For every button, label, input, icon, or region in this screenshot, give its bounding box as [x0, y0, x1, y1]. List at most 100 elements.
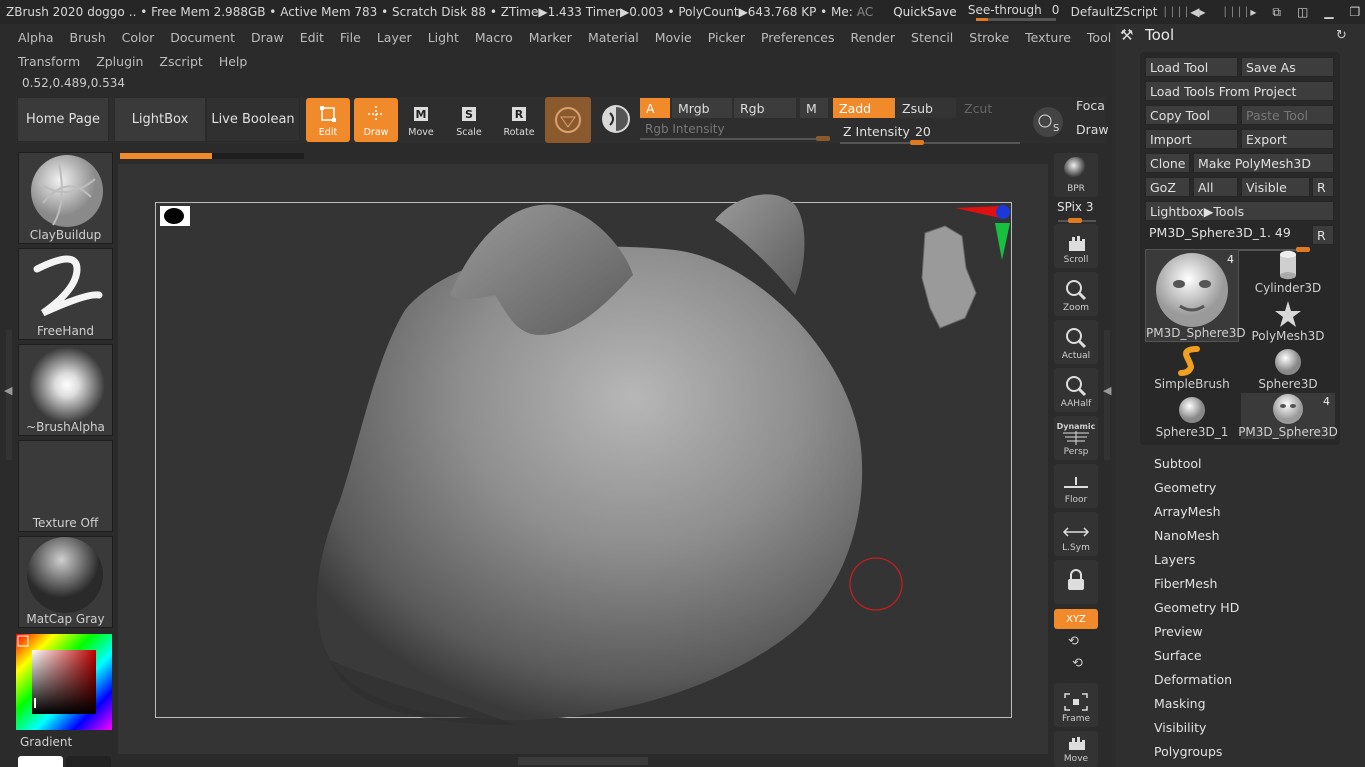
menu-stroke[interactable]: Stroke — [961, 30, 1017, 45]
maximize-icon[interactable]: ❐ — [1350, 5, 1361, 19]
subpalette-masking[interactable]: Masking — [1154, 696, 1206, 711]
rotate-z-icon[interactable]: ⟲ — [1072, 656, 1083, 671]
move-view-button[interactable]: Move — [1054, 731, 1098, 767]
bottom-tray-handle[interactable] — [518, 757, 648, 765]
rotate-y-icon[interactable]: ⟲ — [1068, 634, 1079, 649]
subpalette-nanomesh[interactable]: NanoMesh — [1154, 528, 1220, 543]
menu-preferences[interactable]: Preferences — [753, 30, 843, 45]
left-tray-arrow-icon[interactable]: ◀ — [4, 384, 12, 397]
secondary-color-swatch[interactable] — [66, 756, 111, 767]
bpr-button[interactable]: BPR — [1054, 153, 1098, 197]
move-mode-button[interactable]: M Move — [399, 98, 443, 142]
menu-draw[interactable]: Draw — [243, 30, 292, 45]
paste-tool-button[interactable]: Paste Tool — [1241, 105, 1334, 125]
focal-shift-button[interactable]: S — [1028, 104, 1068, 140]
frame-button[interactable]: Frame — [1054, 683, 1098, 727]
goz-all-button[interactable]: All — [1193, 177, 1238, 197]
menu-light[interactable]: Light — [420, 30, 467, 45]
menu-stencil[interactable]: Stencil — [903, 30, 961, 45]
menu-marker[interactable]: Marker — [521, 30, 580, 45]
texture-selector[interactable]: Texture Off — [18, 440, 113, 532]
menu-movie[interactable]: Movie — [647, 30, 700, 45]
main-color-swatch[interactable] — [18, 756, 63, 767]
tool-thumb-cylinder3d[interactable]: Cylinder3D — [1241, 249, 1335, 295]
subpalette-surface[interactable]: Surface — [1154, 648, 1202, 663]
material-sphere-button[interactable] — [597, 100, 635, 138]
subpalette-polygroups[interactable]: Polygroups — [1154, 744, 1222, 759]
edit-mode-button[interactable]: Edit — [306, 98, 350, 142]
load-tools-from-project-button[interactable]: Load Tools From Project — [1145, 81, 1334, 101]
mrgb-toggle[interactable]: Mrgb — [672, 98, 732, 118]
load-tool-button[interactable]: Load Tool — [1145, 57, 1238, 77]
tool-thumb-polymesh3d[interactable]: PolyMesh3D — [1241, 297, 1335, 343]
quicksave-button[interactable]: QuickSave — [893, 5, 956, 19]
standard-brush-button[interactable] — [545, 97, 591, 143]
z-intensity-slider[interactable] — [840, 140, 1020, 145]
make-polymesh3d-button[interactable]: Make PolyMesh3D — [1193, 153, 1334, 173]
save-as-button[interactable]: Save As — [1241, 57, 1334, 77]
goz-visible-button[interactable]: Visible — [1241, 177, 1310, 197]
subpalette-geometry[interactable]: Geometry — [1154, 480, 1216, 495]
subpalette-layers[interactable]: Layers — [1154, 552, 1195, 567]
subpalette-fibermesh[interactable]: FiberMesh — [1154, 576, 1217, 591]
menu-zplugin[interactable]: Zplugin — [88, 54, 151, 69]
alpha-selector[interactable]: ~BrushAlpha — [18, 344, 113, 436]
live-boolean-button[interactable]: Live Boolean — [206, 97, 300, 142]
goz-r-button[interactable]: R — [1312, 177, 1334, 197]
menu-tool[interactable]: Tool — [1079, 30, 1119, 45]
actual-button[interactable]: Actual — [1054, 320, 1098, 364]
a-channel-toggle[interactable]: A — [640, 98, 670, 118]
stroke-selector[interactable]: FreeHand — [18, 248, 113, 340]
current-tool-slider[interactable]: PM3D_Sphere3D_1. 49 — [1145, 225, 1310, 245]
tool-thumb-pm3d-sphere3d-2[interactable]: 4 PM3D_Sphere3D — [1238, 393, 1338, 439]
draw-mode-button[interactable]: Draw — [354, 98, 398, 142]
rotate-mode-button[interactable]: R Rotate — [497, 98, 541, 142]
color-picker-swatch[interactable] — [16, 634, 112, 730]
m-toggle[interactable]: M — [800, 98, 828, 118]
scale-mode-button[interactable]: S Scale — [447, 98, 491, 142]
persp-button[interactable]: Dynamic Persp — [1054, 416, 1098, 460]
window-split-icon[interactable]: ◫ — [1297, 5, 1308, 19]
zcut-toggle[interactable]: Zcut — [958, 98, 1018, 118]
palette-refresh-icon[interactable]: ↻ — [1336, 28, 1347, 43]
menu-layout-icon[interactable]: ᛁᛁᛁᛁ◀▸ — [1161, 5, 1205, 19]
gradient-label[interactable]: Gradient — [20, 735, 72, 749]
import-button[interactable]: Import — [1145, 129, 1238, 149]
tool-thumb-pm3d-sphere3d[interactable]: 4 PM3D_Sphere3D — [1145, 249, 1246, 342]
rgb-toggle[interactable]: Rgb — [734, 98, 796, 118]
rgb-intensity-slider[interactable] — [640, 136, 830, 141]
focal-label[interactable]: Foca — [1076, 98, 1105, 113]
ui-layout-icon[interactable]: ᛁᛁᛁᛁ▸ — [1222, 5, 1257, 19]
menu-render[interactable]: Render — [843, 30, 904, 45]
menu-picker[interactable]: Picker — [700, 30, 753, 45]
menu-color[interactable]: Color — [114, 30, 163, 45]
home-page-button[interactable]: Home Page — [17, 97, 109, 142]
subpalette-geometry-hd[interactable]: Geometry HD — [1154, 600, 1239, 615]
current-tool-r-button[interactable]: R — [1312, 225, 1334, 245]
subpalette-visibility[interactable]: Visibility — [1154, 720, 1206, 735]
minimize-icon[interactable]: ▁ — [1324, 5, 1333, 19]
menu-edit[interactable]: Edit — [292, 30, 332, 45]
script-name[interactable]: DefaultZScript — [1071, 5, 1158, 19]
lightbox-button[interactable]: LightBox — [114, 97, 206, 142]
menu-brush[interactable]: Brush — [62, 30, 114, 45]
menu-texture[interactable]: Texture — [1017, 30, 1079, 45]
zadd-toggle[interactable]: Zadd — [833, 98, 895, 118]
zsub-toggle[interactable]: Zsub — [896, 98, 956, 118]
tool-thumb-simplebrush[interactable]: SimpleBrush — [1145, 345, 1239, 391]
export-button[interactable]: Export — [1241, 129, 1334, 149]
clone-button[interactable]: Clone — [1145, 153, 1190, 173]
lock-camera-button[interactable] — [1054, 560, 1098, 604]
subpalette-deformation[interactable]: Deformation — [1154, 672, 1232, 687]
seethrough-slider[interactable]: See-through 0 — [968, 3, 1061, 21]
menu-help[interactable]: Help — [211, 54, 256, 69]
spix-label[interactable]: SPix 3 — [1057, 200, 1093, 214]
subpalette-subtool[interactable]: Subtool — [1154, 456, 1201, 471]
tool-thumb-sphere3d-1[interactable]: Sphere3D_1 — [1145, 393, 1239, 439]
aahalf-button[interactable]: AAHalf — [1054, 368, 1098, 412]
menu-alpha[interactable]: Alpha — [10, 30, 62, 45]
scroll-button[interactable]: Scroll — [1054, 224, 1098, 268]
menu-macro[interactable]: Macro — [467, 30, 521, 45]
right-tray-arrow-icon[interactable]: ◀ — [1103, 384, 1111, 397]
window-restore-icon[interactable]: ⧉ — [1272, 5, 1281, 20]
